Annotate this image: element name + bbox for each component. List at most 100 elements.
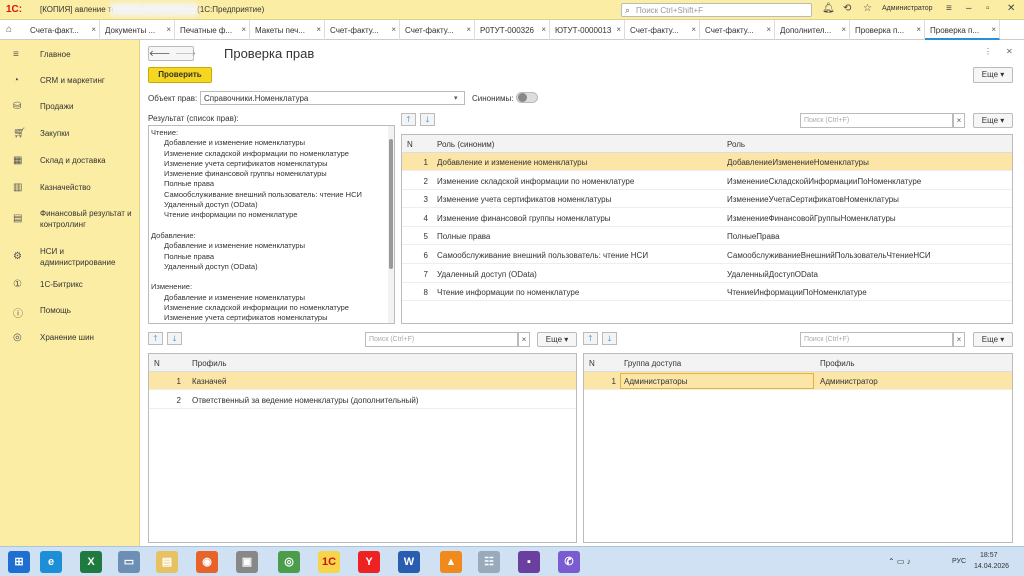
language-indicator[interactable]: РУС	[952, 558, 966, 565]
check-button[interactable]: Проверить	[148, 67, 212, 83]
tab-close-icon[interactable]: ×	[841, 25, 846, 34]
tab-close-icon[interactable]: ×	[541, 25, 546, 34]
profiles-search-clear-icon[interactable]: ×	[518, 332, 530, 347]
settings-icon[interactable]: ≡	[946, 3, 952, 14]
tab-close-icon[interactable]: ×	[91, 25, 96, 34]
viber-icon[interactable]: ✆	[558, 551, 580, 573]
table-row[interactable]: 2 Ответственный за ведение номенклатуры (…	[149, 391, 576, 409]
clock-time[interactable]: 18:57	[980, 552, 998, 559]
table-row[interactable]: 4 Изменение финансовой группы номенклатур…	[402, 209, 1012, 227]
network-icon[interactable]: ☷	[478, 551, 500, 573]
groups-up-button[interactable]: 🡑	[583, 332, 598, 345]
tab-item[interactable]: Печатные ф... ×	[175, 20, 250, 40]
excel-icon[interactable]: X	[80, 551, 102, 573]
table-row[interactable]: 6 Самообслуживание внешний пользователь: …	[402, 246, 1012, 264]
synonyms-toggle[interactable]	[516, 92, 538, 103]
more-vert-icon[interactable]: ⋮	[984, 47, 992, 56]
profiles-down-button[interactable]: 🡓	[167, 332, 182, 345]
tab-close-icon[interactable]: ×	[241, 25, 246, 34]
onec-icon[interactable]: 1С	[318, 551, 340, 573]
tray-icons[interactable]: ⌃ ▭ ♪	[888, 557, 911, 566]
groups-search-clear-icon[interactable]: ×	[953, 332, 965, 347]
bell-icon[interactable]: 🔔︎	[822, 3, 835, 14]
global-search-input[interactable]: ⌕ Поиск Ctrl+Shift+F	[621, 3, 812, 17]
folder-icon[interactable]: ▤	[156, 551, 178, 573]
sidebar-item[interactable]: ◎ Хранение шин	[0, 329, 140, 353]
tab-close-icon[interactable]: ×	[991, 25, 996, 34]
table-row[interactable]: 1 Казначей	[149, 372, 576, 390]
yandex-icon[interactable]: Y	[358, 551, 380, 573]
history-icon[interactable]: ⟲	[843, 3, 851, 14]
groups-search-input[interactable]: Поиск (Ctrl+F)	[800, 332, 953, 347]
groups-more-button[interactable]: Еще ▾	[973, 332, 1013, 347]
word-icon[interactable]: W	[398, 551, 420, 573]
forward-icon[interactable]: 🡒	[175, 49, 196, 58]
minimize-icon[interactable]: –	[966, 3, 972, 14]
profiles-search-input[interactable]: Поиск (Ctrl+F)	[365, 332, 518, 347]
sidebar-item[interactable]: ⚙ НСИ и администрирование	[0, 243, 140, 267]
table-row[interactable]: 7 Удаленный доступ (OData) УдаленныйДоступ…	[402, 265, 1012, 283]
tab-item[interactable]: Макеты печ... ×	[250, 20, 325, 40]
star-icon[interactable]: ☆	[863, 3, 872, 14]
table-row[interactable]: 2 Изменение складской информации по номен…	[402, 172, 1012, 190]
vlc-icon[interactable]: ▲	[440, 551, 462, 573]
move-up-button[interactable]: 🡑	[401, 113, 416, 126]
object-select[interactable]: Справочники.Номенклатура ▾	[200, 91, 465, 105]
tab-item[interactable]: Счет-факту... ×	[625, 20, 700, 40]
scrollbar[interactable]	[388, 126, 394, 323]
tab-close-icon[interactable]: ×	[466, 25, 471, 34]
tab-item[interactable]: Счет-факту... ×	[700, 20, 775, 40]
tab-item[interactable]: Проверка п... ×	[850, 20, 925, 40]
profiles-more-button[interactable]: Еще ▾	[537, 332, 577, 347]
clock-date[interactable]: 14.04.2026	[974, 563, 1009, 570]
tab-close-icon[interactable]: ×	[766, 25, 771, 34]
groups-down-button[interactable]: 🡓	[602, 332, 617, 345]
sidebar-item[interactable]: 🛒︎ Закупки	[0, 125, 140, 149]
move-down-button[interactable]: 🡓	[420, 113, 435, 126]
tab-close-icon[interactable]: ×	[391, 25, 396, 34]
back-icon[interactable]: 🡐	[149, 49, 170, 58]
tab-item[interactable]: Дополнител... ×	[775, 20, 850, 40]
tab-item[interactable]: Счета-факт... ×	[25, 20, 100, 40]
table-row[interactable]: 1 Администраторы Администратор	[584, 372, 1012, 390]
tab-close-icon[interactable]: ×	[316, 25, 321, 34]
sidebar-item[interactable]: ① 1С-Битрикс	[0, 276, 140, 300]
table-row[interactable]: 3 Изменение учета сертификатов номенклату…	[402, 190, 1012, 209]
tab-item[interactable]: Счет-факту... ×	[400, 20, 475, 40]
sidebar-item[interactable]: ▥ Казначейство	[0, 179, 140, 203]
result-textarea[interactable]: Чтение: Добавление и изменение номенклату…	[148, 125, 395, 324]
start-icon[interactable]: ⊞	[8, 551, 30, 573]
app-icon[interactable]: ▣	[236, 551, 258, 573]
tab-item[interactable]: Счет-факту... ×	[325, 20, 400, 40]
close-form-icon[interactable]: ✕	[1006, 47, 1013, 56]
close-icon[interactable]: ✕	[1007, 3, 1015, 14]
roles-search-clear-icon[interactable]: ×	[953, 113, 965, 128]
table-row[interactable]: 1 Добавление и изменение номенклатуры Доба…	[402, 153, 1012, 171]
sidebar-item[interactable]: ≡ Главное	[0, 46, 140, 70]
sidebar-item[interactable]: ▤ Финансовый результат и контроллинг	[0, 205, 140, 229]
ie-icon[interactable]: e	[40, 551, 62, 573]
roles-more-button[interactable]: Еще ▾	[973, 113, 1013, 128]
tab-item[interactable]: Р0ТУТ-000326 ×	[475, 20, 550, 40]
sidebar-item[interactable]: ⓘ Помощь	[0, 302, 140, 326]
tab-close-icon[interactable]: ×	[166, 25, 171, 34]
tab-close-icon[interactable]: ×	[691, 25, 696, 34]
tab-close-icon[interactable]: ×	[616, 25, 621, 34]
explorer-icon[interactable]: ▭	[118, 551, 140, 573]
table-row[interactable]: 5 Полные права ПолныеПрава	[402, 227, 1012, 246]
sidebar-item[interactable]: ▦ Склад и доставка	[0, 152, 140, 176]
profiles-up-button[interactable]: 🡑	[148, 332, 163, 345]
tab-close-icon[interactable]: ×	[916, 25, 921, 34]
firefox-icon[interactable]: ◉	[196, 551, 218, 573]
sidebar-item[interactable]: ⛁ Продажи	[0, 98, 140, 122]
tab-item[interactable]: ЮТУТ-0000013 ×	[550, 20, 625, 40]
table-row[interactable]: 8 Чтение информации по номенклатуре Чтение…	[402, 283, 1012, 302]
maximize-icon[interactable]: ▫	[986, 3, 990, 14]
chrome-icon[interactable]: ◎	[278, 551, 300, 573]
user-name[interactable]: Администратор	[882, 5, 933, 12]
roles-search-input[interactable]: Поиск (Ctrl+F)	[800, 113, 953, 128]
save-icon[interactable]: ▪	[518, 551, 540, 573]
tab-item[interactable]: Проверка п... ×	[925, 20, 1000, 40]
home-icon[interactable]: ⌂	[6, 24, 12, 35]
sidebar-item[interactable]: ◔ CRM и маркетинг	[0, 72, 140, 96]
